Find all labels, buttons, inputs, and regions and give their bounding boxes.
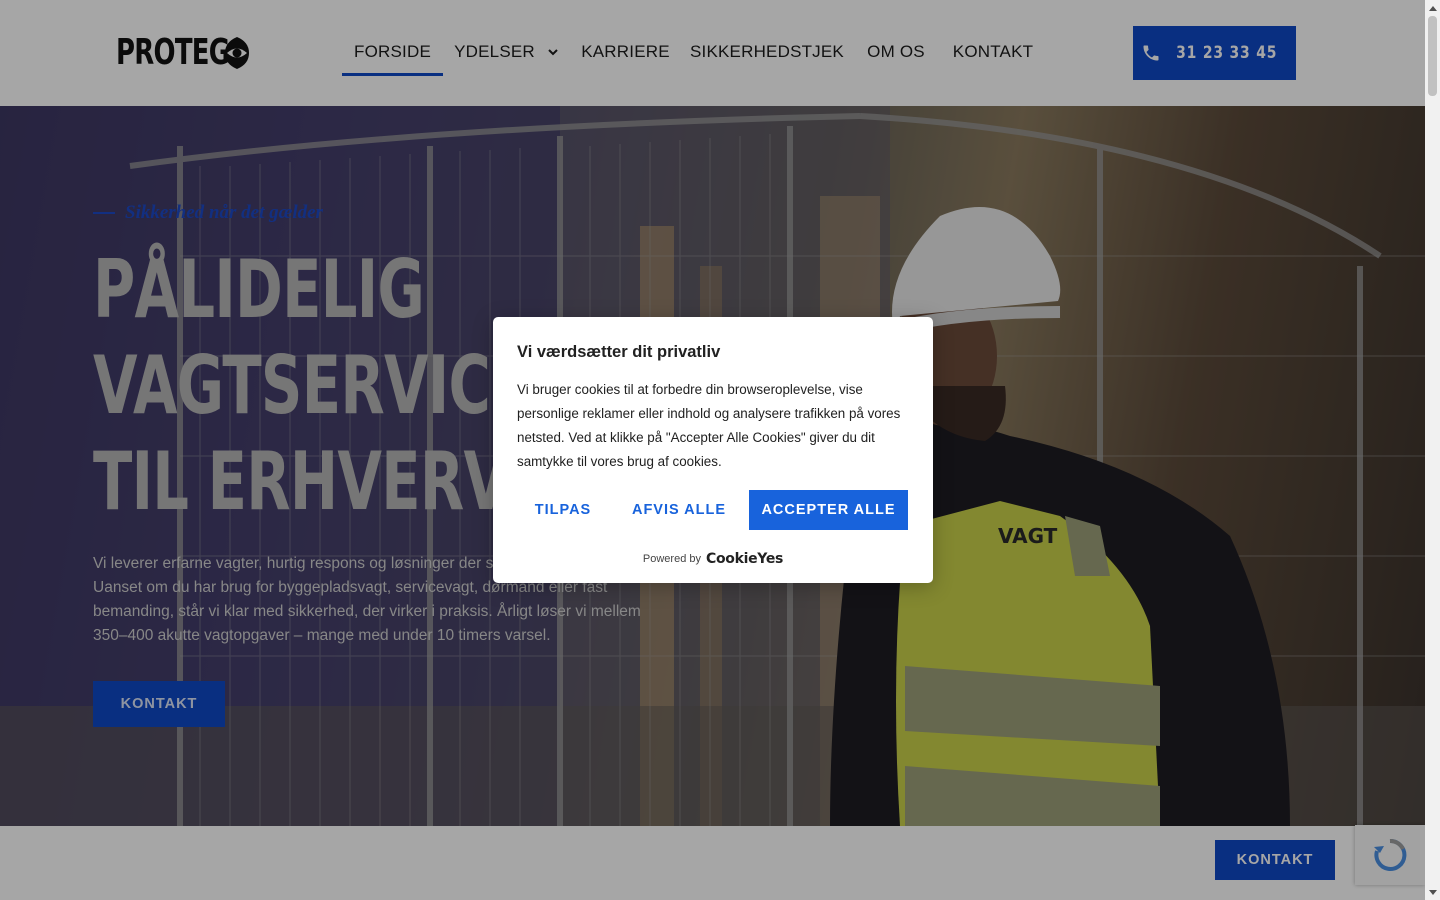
phone-number: 31 23 33 45 xyxy=(1175,43,1278,63)
cookieyes-logo: CookieYes xyxy=(705,551,784,567)
cookie-reject-button[interactable]: AFVIS ALLE xyxy=(609,490,749,530)
powered-by-label: Powered by xyxy=(642,553,701,565)
tagline-text: Sikkerhed når det gælder xyxy=(125,202,323,223)
main-nav: FORSIDE YDELSER KARRIERE SIKKERHEDSTJEK … xyxy=(342,28,1047,76)
nav-item-karriere[interactable]: KARRIERE xyxy=(570,28,681,76)
phone-button[interactable]: 31 23 33 45 xyxy=(1133,26,1296,80)
cookie-modal-body: Vi bruger cookies til at forbedre din br… xyxy=(517,382,901,469)
cookie-customize-button[interactable]: TILPAS xyxy=(517,490,609,530)
hero-title-line-2: VAGTSERVICE xyxy=(93,339,529,432)
scroll-down-button[interactable] xyxy=(1425,885,1440,900)
chevron-down-icon xyxy=(548,49,558,56)
phone-icon xyxy=(1143,45,1159,61)
page-scrollbar[interactable] xyxy=(1425,0,1440,900)
nav-item-ydelser[interactable]: YDELSER xyxy=(443,28,570,76)
recaptcha-badge[interactable] xyxy=(1355,825,1425,885)
site-header: PROTEG FORSIDE YDELSER KARRIERE SIKKERHE… xyxy=(0,0,1425,106)
cookie-modal-actions: TILPAS AFVIS ALLE ACCEPTER ALLE xyxy=(517,490,908,530)
next-section xyxy=(0,826,1425,900)
scroll-thumb[interactable] xyxy=(1428,16,1437,96)
scroll-up-button[interactable] xyxy=(1425,0,1440,15)
nav-item-forside[interactable]: FORSIDE xyxy=(342,28,443,76)
nav-item-om-os[interactable]: OM OS xyxy=(853,28,939,76)
hero-contact-button[interactable]: KONTAKT xyxy=(93,681,225,727)
tagline-dash xyxy=(93,212,115,214)
hero-tagline: Sikkerhed når det gælder xyxy=(93,202,323,224)
hero-title-line-3: TIL ERHVERV xyxy=(93,435,508,528)
sticky-contact-button[interactable]: KONTAKT xyxy=(1215,840,1335,880)
cookie-accept-button[interactable]: ACCEPTER ALLE xyxy=(749,490,908,530)
recaptcha-icon xyxy=(1374,838,1407,871)
cookie-consent-modal: Vi værdsætter dit privatliv Vi bruger co… xyxy=(493,317,933,583)
vest-text: VAGT xyxy=(998,524,1058,548)
cookie-powered-by[interactable]: Powered by CookieYes xyxy=(493,551,933,567)
nav-item-kontakt[interactable]: KONTAKT xyxy=(939,28,1047,76)
nav-item-sikkerhedstjek[interactable]: SIKKERHEDSTJEK xyxy=(681,28,853,76)
logo-text: PROTEG xyxy=(116,32,230,73)
hero-title-line-1: PÅLIDELIG xyxy=(93,243,425,336)
logo[interactable]: PROTEG xyxy=(116,34,273,72)
logo-eye-icon xyxy=(225,37,249,69)
cookie-modal-title: Vi værdsætter dit privatliv xyxy=(517,343,721,361)
scroll-up-icon xyxy=(1428,5,1437,11)
nav-item-ydelser-label: YDELSER xyxy=(454,42,535,61)
scroll-down-icon xyxy=(1428,889,1437,895)
